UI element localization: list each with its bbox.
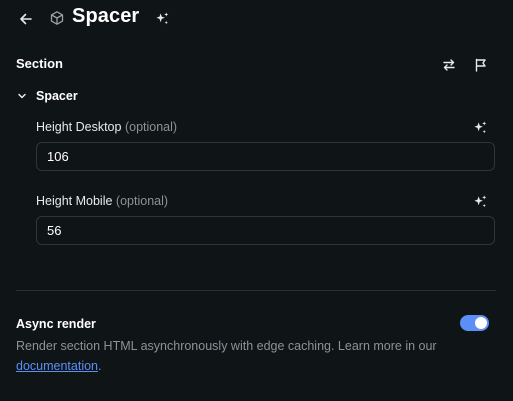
- async-render-description: Render section HTML asynchronously with …: [16, 336, 486, 376]
- flag-icon[interactable]: [473, 57, 489, 73]
- sparkle-icon[interactable]: [155, 11, 170, 26]
- async-render-toggle[interactable]: [460, 315, 489, 331]
- documentation-link[interactable]: documentation: [16, 359, 98, 373]
- field-label-text: Height Mobile: [36, 194, 113, 208]
- async-render-title: Async render: [16, 317, 96, 331]
- field-label-text: Height Desktop: [36, 120, 122, 134]
- page-title: Spacer: [72, 5, 140, 27]
- sparkle-icon[interactable]: [473, 120, 488, 135]
- divider: [16, 290, 496, 291]
- sparkle-icon[interactable]: [473, 194, 488, 209]
- swap-icon[interactable]: [441, 57, 457, 73]
- height-mobile-input[interactable]: [36, 216, 495, 245]
- section-editor-panel: Spacer Section Spacer Height Desktop (op…: [0, 0, 513, 401]
- height-desktop-input[interactable]: [36, 142, 495, 171]
- height-desktop-label: Height Desktop (optional): [36, 120, 177, 134]
- description-suffix: .: [98, 359, 102, 373]
- toggle-knob: [475, 317, 487, 329]
- optional-hint: (optional): [115, 194, 169, 208]
- description-text: Render section HTML asynchronously with …: [16, 339, 437, 353]
- cube-icon: [50, 11, 64, 25]
- group-label: Spacer: [36, 89, 78, 103]
- arrow-left-icon: [20, 13, 32, 25]
- chevron-down-icon: [18, 93, 26, 99]
- back-button[interactable]: [17, 10, 35, 28]
- section-heading: Section: [16, 56, 63, 71]
- panel-header: Spacer: [0, 0, 513, 38]
- spacer-group-toggle[interactable]: Spacer: [16, 87, 78, 105]
- optional-hint: (optional): [124, 120, 178, 134]
- height-mobile-label: Height Mobile (optional): [36, 194, 168, 208]
